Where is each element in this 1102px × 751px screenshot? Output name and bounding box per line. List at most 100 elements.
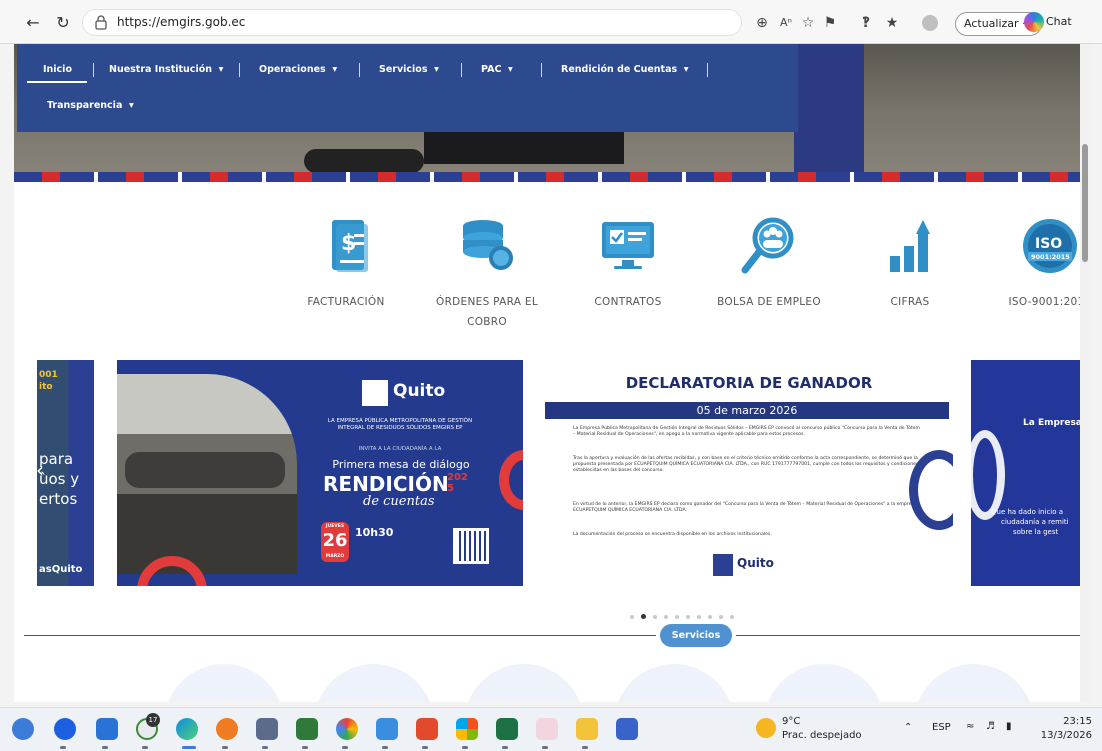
- meeting-photo-people: [125, 452, 285, 488]
- app-active-indicator: [182, 746, 196, 749]
- declaratoria-title: DECLARATORIA DE GANADOR: [625, 374, 873, 392]
- tracking-icon[interactable]: ⚑: [820, 13, 840, 33]
- invite-text: INVITA A LA CIUDADANÍA A LA: [358, 446, 442, 452]
- nav-active-underline: [27, 81, 87, 83]
- carousel-dot[interactable]: [630, 615, 634, 619]
- carousel-slide-rendicion[interactable]: Quito LA EMPRESA PÚBLICA METROPOLITANA D…: [117, 360, 523, 586]
- nav-transparencia[interactable]: Transparencia ▾: [47, 100, 134, 111]
- quito-emblem-icon: [713, 554, 733, 576]
- service-ordenes-cobro[interactable]: ÓRDENES PARA EL COBRO: [427, 216, 547, 332]
- service-iso[interactable]: ISO 9001:2015 ISO-9001:2015: [990, 216, 1090, 312]
- clock-time[interactable]: 23:15: [1050, 716, 1092, 727]
- refresh-icon[interactable]: ↻: [52, 13, 74, 35]
- carousel-dot[interactable]: [708, 615, 712, 619]
- nav-inicio[interactable]: Inicio: [43, 64, 72, 75]
- carousel-dot[interactable]: [653, 615, 657, 619]
- zoom-app-icon[interactable]: [54, 718, 76, 740]
- wifi-icon[interactable]: ≈: [966, 721, 974, 732]
- iso-seal-icon: ISO 9001:2015: [1023, 219, 1077, 273]
- carousel-dot[interactable]: [664, 615, 668, 619]
- carousel-dots: [630, 604, 741, 623]
- declaratoria-paragraph: Tras la apertura y evaluación de las ofe…: [573, 456, 919, 473]
- profile-avatar-icon[interactable]: [920, 13, 940, 33]
- app-icon[interactable]: [376, 718, 398, 740]
- qr-code: [453, 528, 489, 564]
- svg-text:ISO: ISO: [1035, 236, 1062, 252]
- weather-sun-icon[interactable]: [756, 718, 776, 738]
- app-running-indicator: [382, 746, 388, 749]
- decor-bubble: [314, 664, 434, 702]
- chrome-app-icon[interactable]: [336, 718, 358, 740]
- carousel-slide-partial-right[interactable]: La Empresa P Que ha dado inicio a ciudad…: [971, 360, 1090, 586]
- extension-icon[interactable]: ‽: [856, 13, 876, 33]
- declaratoria-paragraph: En virtud de lo anterior, la EMGIRS EP d…: [573, 502, 917, 513]
- app-icon[interactable]: [536, 718, 558, 740]
- app-icon[interactable]: [416, 718, 438, 740]
- quito-logo-text: Quito: [393, 381, 446, 401]
- service-facturacion[interactable]: $ FACTURACIÓN: [286, 216, 406, 312]
- nav-label: Transparencia: [47, 100, 123, 111]
- nav-separator: [461, 63, 462, 77]
- rendicion-big: RENDICIÓN: [323, 472, 449, 496]
- service-cifras[interactable]: CIFRAS: [850, 216, 970, 312]
- file-explorer-icon[interactable]: [576, 718, 598, 740]
- service-label: CONTRATOS: [594, 296, 662, 308]
- app-icon[interactable]: [616, 718, 638, 740]
- app-icon[interactable]: [296, 718, 318, 740]
- nav-nuestra-institucion[interactable]: Nuestra Institución ▾: [109, 64, 223, 75]
- page-scrollbar[interactable]: [1080, 44, 1090, 702]
- nav-operaciones[interactable]: Operaciones ▾: [259, 64, 337, 75]
- copilot-icon[interactable]: [1024, 12, 1044, 32]
- carousel-dot[interactable]: [719, 615, 723, 619]
- calculator-app-icon[interactable]: [256, 718, 278, 740]
- excel-app-icon[interactable]: [496, 718, 518, 740]
- carousel-dot[interactable]: [686, 615, 690, 619]
- back-icon[interactable]: ←: [22, 13, 44, 35]
- nav-rendicion-cuentas[interactable]: Rendición de Cuentas ▾: [561, 64, 689, 75]
- carousel-dot[interactable]: [697, 615, 701, 619]
- org-name: LA EMPRESA PÚBLICA METROPOLITANA DE GEST…: [327, 418, 473, 431]
- address-bar[interactable]: https://emgirs.gob.ec: [82, 9, 742, 36]
- url-text: https://emgirs.gob.ec: [117, 15, 246, 29]
- dialogo-heading: Primera mesa de diálogo: [332, 458, 470, 471]
- servicios-section-button[interactable]: Servicios: [660, 624, 732, 647]
- app-running-indicator: [102, 746, 108, 749]
- show-hidden-icons-icon[interactable]: ⌃: [904, 722, 912, 733]
- edge-app-icon[interactable]: [176, 718, 198, 740]
- carousel-dot-active[interactable]: [641, 614, 646, 619]
- carousel-slide-partial-left[interactable]: 001 ito para ùos y ertos asQuito: [37, 360, 94, 586]
- service-contratos[interactable]: CONTRATOS: [568, 216, 688, 312]
- zoom-icon[interactable]: ⊕: [752, 13, 772, 33]
- slide-text: Que ha dado inicio a: [991, 508, 1064, 516]
- weather-temp[interactable]: 9°C: [782, 716, 800, 727]
- firefox-app-icon[interactable]: [216, 718, 238, 740]
- chat-button[interactable]: Chat: [1046, 15, 1072, 28]
- start-app-icon[interactable]: [12, 718, 34, 740]
- store-app-icon[interactable]: [456, 718, 478, 740]
- favorite-star-icon[interactable]: ☆: [798, 13, 818, 33]
- volume-icon[interactable]: ♬: [986, 721, 995, 732]
- carousel-slide-declaratoria[interactable]: DECLARATORIA DE GANADOR 05 de marzo 2026…: [545, 360, 953, 586]
- weather-desc[interactable]: Prac. despejado: [782, 730, 862, 741]
- scroll-thumb[interactable]: [1082, 144, 1088, 262]
- read-aloud-icon[interactable]: Aⁿ: [776, 13, 796, 33]
- carousel-prev-arrow[interactable]: ‹: [36, 458, 44, 482]
- carousel-dot[interactable]: [675, 615, 679, 619]
- slide-text: ertos: [39, 490, 78, 508]
- favorites-icon[interactable]: ★: [882, 13, 902, 33]
- nav-separator: [93, 63, 94, 77]
- main-navbar: Inicio Nuestra Institución ▾ Operaciones…: [17, 44, 798, 132]
- nav-label: Servicios: [379, 64, 428, 75]
- nav-servicios[interactable]: Servicios ▾: [379, 64, 439, 75]
- outlook-app-icon[interactable]: [96, 718, 118, 740]
- service-bolsa-empleo[interactable]: BOLSA DE EMPLEO: [709, 216, 829, 312]
- input-language[interactable]: ESP: [932, 722, 951, 733]
- nav-pac[interactable]: PAC ▾: [481, 64, 513, 75]
- declaratoria-paragraph: La documentación del proceso se encuentr…: [573, 532, 772, 537]
- clock-date[interactable]: 13/3/2026: [1036, 730, 1092, 741]
- nav-separator: [541, 63, 542, 77]
- quito-logo-text: Quito: [737, 556, 774, 570]
- battery-icon[interactable]: ▮: [1006, 721, 1012, 732]
- section-divider: [24, 635, 656, 636]
- carousel-dot[interactable]: [730, 615, 734, 619]
